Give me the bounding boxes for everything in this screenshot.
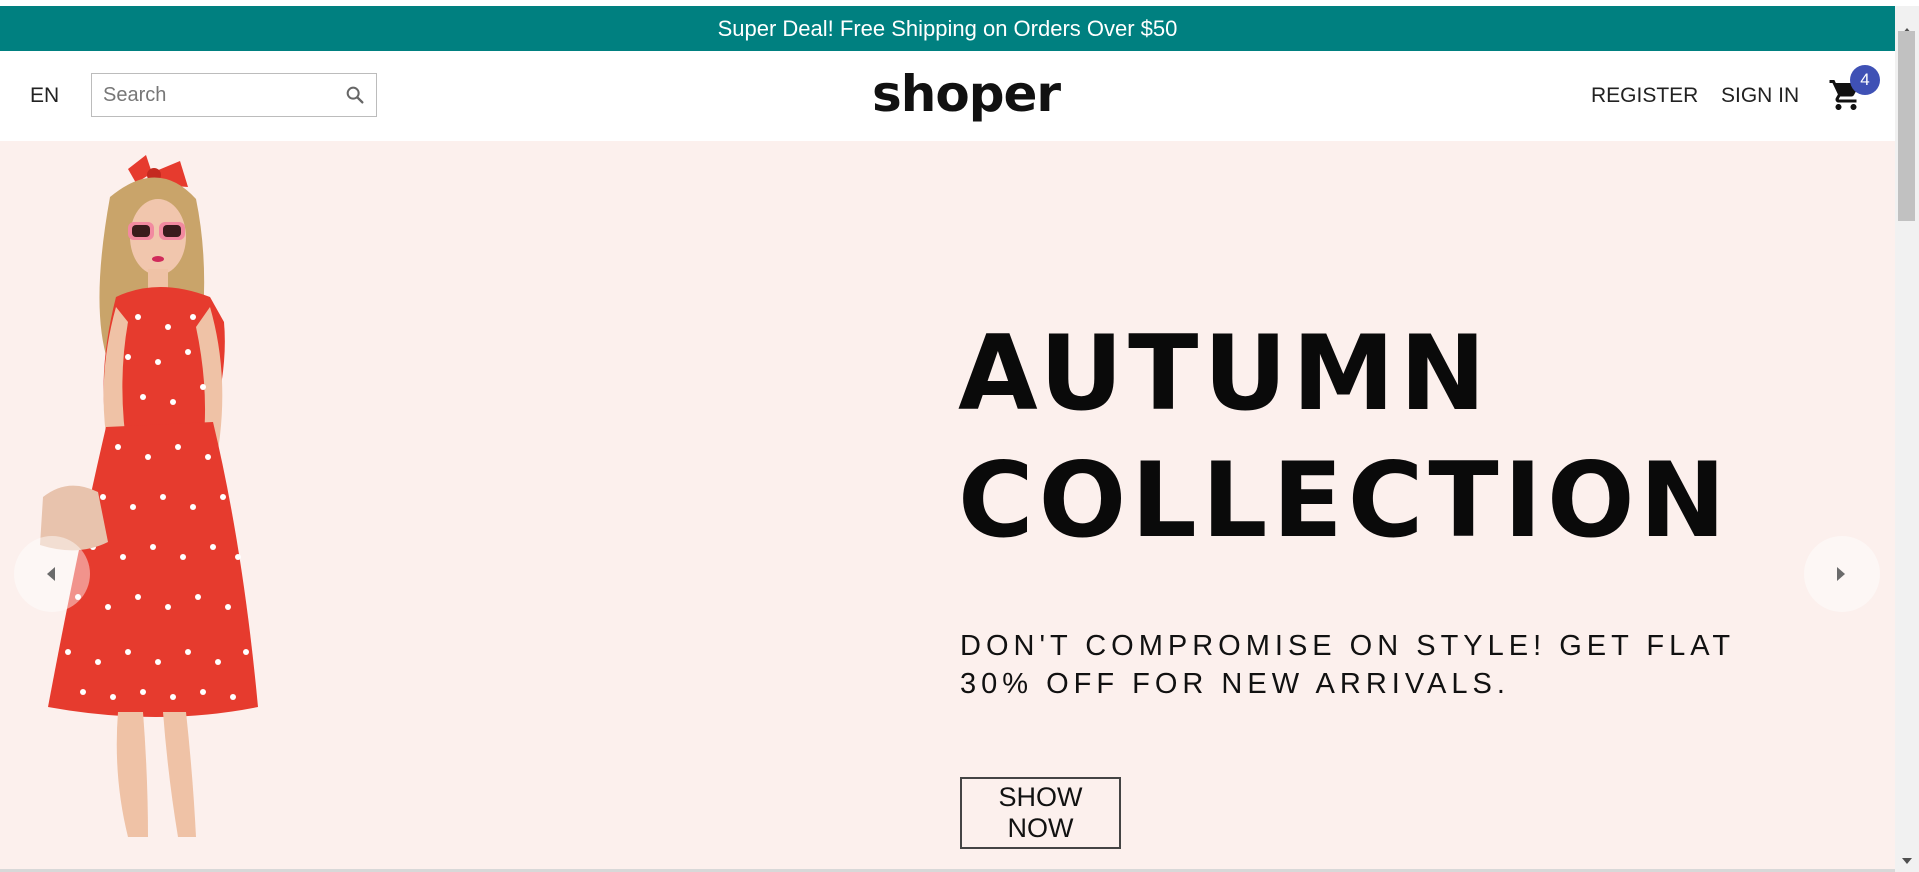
prev-slide-button[interactable] xyxy=(14,536,90,612)
chevron-left-icon xyxy=(47,567,55,581)
chevron-right-icon xyxy=(1837,567,1845,581)
scrollbar[interactable] xyxy=(1895,6,1919,872)
model-image xyxy=(40,155,258,837)
show-now-button[interactable]: SHOW NOW xyxy=(960,777,1121,849)
search-container xyxy=(91,73,377,117)
scroll-down-arrow[interactable] xyxy=(1902,858,1912,864)
hero-title-line-2: COLLECTION xyxy=(958,441,1731,561)
cart-badge: 4 xyxy=(1850,65,1880,95)
hero-subtitle: DON'T COMPROMISE ON STYLE! GET FLAT 30% … xyxy=(960,630,1735,700)
next-slide-button[interactable] xyxy=(1804,536,1880,612)
cart-button[interactable]: 4 xyxy=(1828,65,1880,115)
hero-title: AUTUMN COLLECTION xyxy=(958,311,1731,565)
search-icon[interactable] xyxy=(344,84,366,106)
announcement-bar: Super Deal! Free Shipping on Orders Over… xyxy=(0,6,1895,51)
hero-slider: AUTUMN COLLECTION DON'T COMPROMISE ON ST… xyxy=(0,141,1895,869)
announcement-text: Super Deal! Free Shipping on Orders Over… xyxy=(717,15,1178,41)
language-selector[interactable]: EN xyxy=(30,84,59,108)
hero-title-line-1: AUTUMN xyxy=(958,314,1491,434)
logo[interactable]: shoper xyxy=(872,65,1061,123)
scrollbar-thumb[interactable] xyxy=(1898,31,1915,221)
register-link[interactable]: REGISTER xyxy=(1591,84,1698,108)
navbar: EN shoper REGISTER SIGN IN 4 xyxy=(0,51,1895,141)
signin-link[interactable]: SIGN IN xyxy=(1721,84,1799,108)
search-input[interactable] xyxy=(92,74,343,116)
